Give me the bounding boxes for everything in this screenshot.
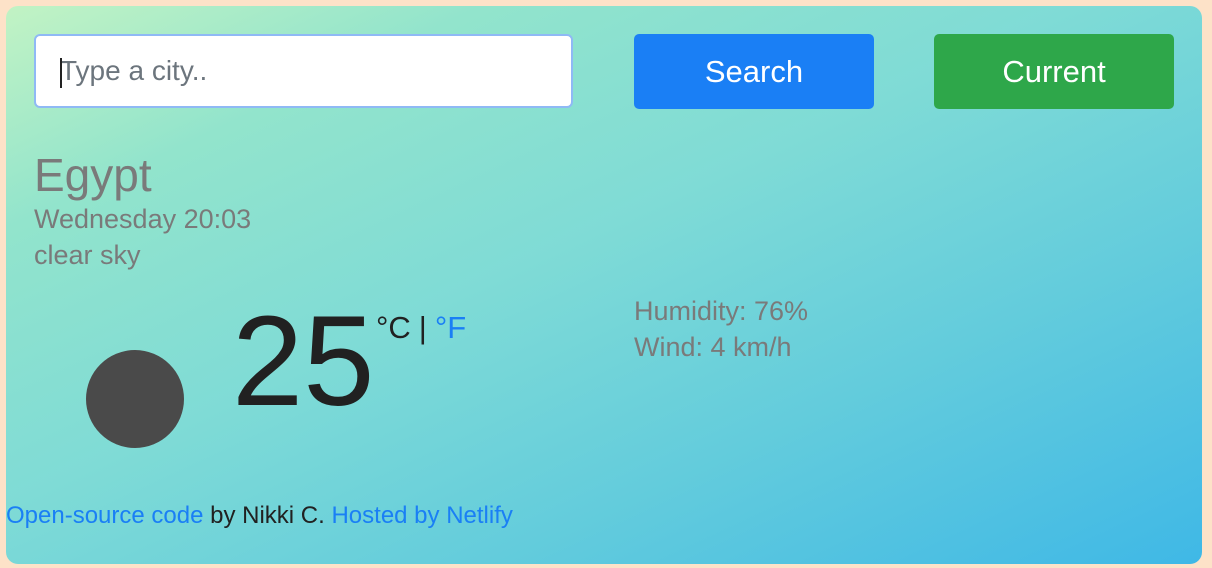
footer: Open-source code by Nikki C. Hosted by N… (6, 504, 513, 528)
unit-separator: | (418, 310, 427, 345)
temperature-value: 25 (232, 290, 375, 433)
wind-reading: Wind: 4 km/h (634, 332, 792, 362)
weather-card: Search Current Egypt Wednesday 20:03 cle… (6, 6, 1202, 564)
weather-description: clear sky (34, 240, 141, 270)
city-name: Egypt (34, 149, 152, 201)
fahrenheit-link[interactable]: °F (435, 310, 466, 345)
date-time: Wednesday 20:03 (34, 204, 252, 234)
netlify-link[interactable]: Hosted by Netlify (331, 502, 512, 529)
current-location-button[interactable]: Current (934, 34, 1174, 109)
humidity-reading: Humidity: 76% (634, 296, 809, 326)
unit-toggle: °C | °F (376, 312, 466, 343)
open-source-link[interactable]: Open-source code (6, 502, 203, 529)
weather-condition-icon (86, 350, 184, 448)
text-caret (60, 58, 62, 88)
author-credit: by Nikki C. (203, 502, 332, 529)
celsius-unit[interactable]: °C (376, 310, 411, 345)
search-button[interactable]: Search (634, 34, 874, 109)
city-search-input[interactable] (34, 34, 573, 108)
